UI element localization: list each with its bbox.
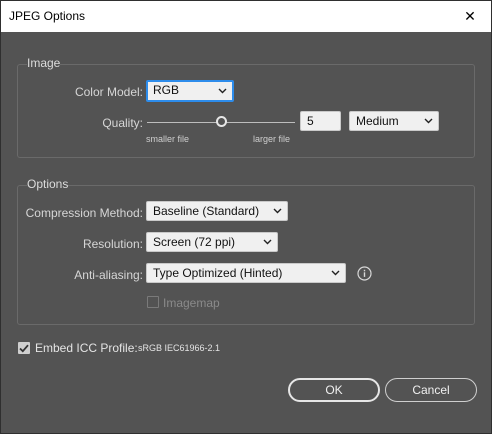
anti-aliasing-label: Anti-aliasing: (74, 268, 143, 282)
compression-method-label: Compression Method: (25, 206, 143, 220)
quality-level-value: Medium (356, 114, 399, 128)
ok-button[interactable]: OK (288, 378, 380, 402)
chevron-down-icon (218, 82, 227, 100)
cancel-button[interactable]: Cancel (385, 378, 477, 402)
quality-number-input[interactable]: 5 (300, 111, 341, 131)
options-group-title: Options (27, 177, 69, 191)
chevron-down-icon (263, 233, 272, 251)
embed-icc-label: Embed ICC Profile: (35, 341, 138, 355)
compression-method-value: Baseline (Standard) (153, 204, 260, 218)
chevron-down-icon (424, 112, 433, 130)
resolution-label: Resolution: (82, 237, 143, 251)
info-icon[interactable] (357, 266, 372, 281)
jpeg-options-dialog: JPEG Options ✕ Image Color Model: RGB Qu… (0, 0, 492, 434)
color-model-label: Color Model: (74, 85, 143, 99)
quality-level-dropdown[interactable]: Medium (349, 111, 439, 131)
image-group-title: Image (27, 56, 61, 70)
ok-button-label: OK (325, 383, 343, 397)
title-bar: JPEG Options ✕ (1, 1, 491, 32)
anti-aliasing-dropdown[interactable]: Type Optimized (Hinted) (146, 263, 346, 283)
embed-icc-checkbox[interactable] (18, 342, 30, 354)
resolution-dropdown[interactable]: Screen (72 ppi) (146, 232, 278, 252)
color-model-value: RGB (153, 83, 180, 97)
cancel-button-label: Cancel (412, 383, 450, 397)
color-model-dropdown[interactable]: RGB (146, 80, 234, 102)
anti-aliasing-value: Type Optimized (Hinted) (153, 266, 283, 280)
chevron-down-icon (273, 202, 282, 220)
icc-profile-name: sRGB IEC61966-2.1 (138, 343, 221, 353)
imagemap-checkbox (147, 296, 159, 308)
larger-file-label: larger file (253, 134, 291, 144)
quality-slider-thumb[interactable] (215, 116, 227, 127)
resolution-value: Screen (72 ppi) (153, 235, 236, 249)
smaller-file-label: smaller file (146, 134, 190, 144)
imagemap-label: Imagemap (163, 296, 220, 310)
checkmark-icon (19, 344, 29, 353)
quality-label: Quality: (102, 116, 143, 130)
quality-number-value: 5 (307, 114, 314, 128)
chevron-down-icon (331, 264, 340, 282)
close-button[interactable]: ✕ (449, 1, 491, 31)
dialog-title: JPEG Options (9, 9, 86, 23)
compression-method-dropdown[interactable]: Baseline (Standard) (146, 201, 288, 221)
close-icon: ✕ (464, 7, 476, 24)
